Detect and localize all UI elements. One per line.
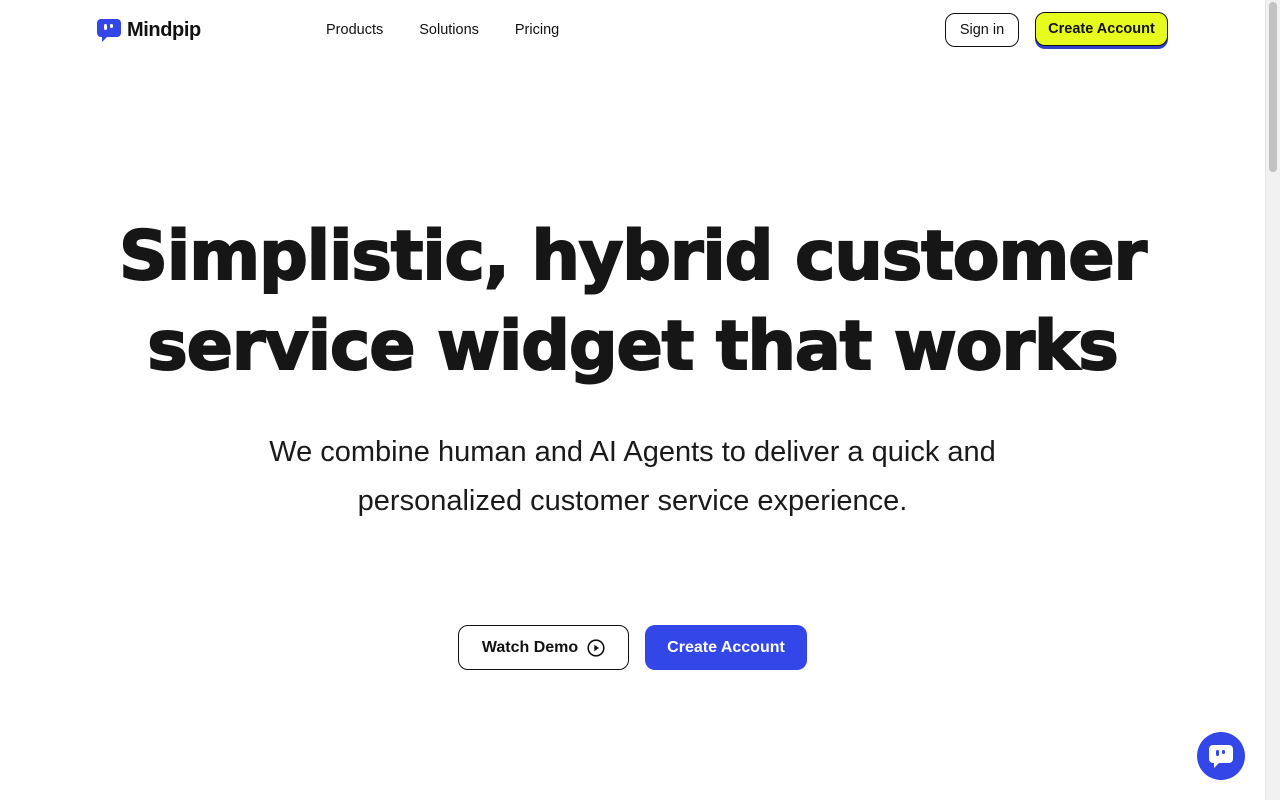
brand-name: Mindpip <box>127 19 201 41</box>
hero-create-account-button[interactable]: Create Account <box>645 625 807 670</box>
hero-title-line-1: Simplistic, hybrid customer <box>118 216 1148 297</box>
chat-widget-launcher[interactable] <box>1197 732 1245 780</box>
chat-bubble-icon <box>1209 745 1233 768</box>
sign-in-button[interactable]: Sign in <box>945 13 1019 47</box>
nav-item-products[interactable]: Products <box>326 20 383 40</box>
site-header: Mindpip Products Solutions Pricing Sign … <box>0 0 1265 60</box>
watch-demo-button[interactable]: Watch Demo <box>458 625 629 670</box>
watch-demo-label: Watch Demo <box>481 638 579 656</box>
page-scrollbar[interactable] <box>1265 0 1280 800</box>
hero-subtitle-line-1: We combine human and AI Agents to delive… <box>269 436 996 468</box>
scrollbar-thumb[interactable] <box>1269 2 1277 172</box>
hero-title: Simplistic, hybrid customer service widg… <box>0 212 1265 392</box>
hero-subtitle: We combine human and AI Agents to delive… <box>0 428 1265 526</box>
speech-bubble-logo-icon <box>97 19 121 42</box>
hero-subtitle-line-2: personalized customer service experience… <box>357 485 908 517</box>
hero-title-line-2: service widget that works <box>146 306 1119 387</box>
play-circle-icon <box>587 638 605 657</box>
nav-item-pricing[interactable]: Pricing <box>515 20 559 40</box>
nav-item-solutions[interactable]: Solutions <box>419 20 479 40</box>
main-nav: Products Solutions Pricing <box>326 20 559 40</box>
header-create-account-button[interactable]: Create Account <box>1035 12 1168 46</box>
brand-logo[interactable]: Mindpip <box>96 17 201 43</box>
